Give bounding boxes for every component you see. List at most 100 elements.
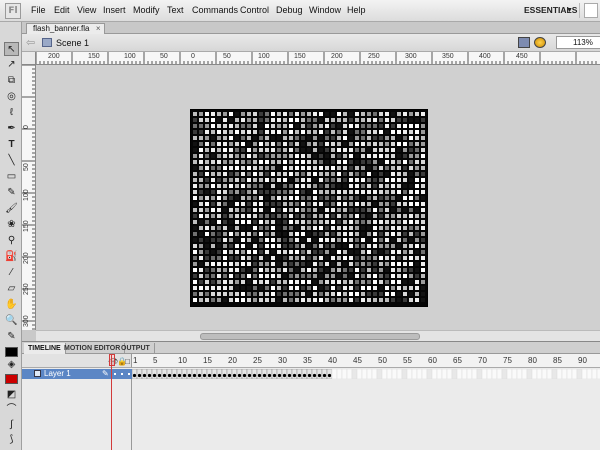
frame-cell[interactable] bbox=[466, 369, 473, 379]
frame-number[interactable]: 10 bbox=[178, 356, 187, 365]
menu-commands[interactable]: Commands bbox=[192, 5, 238, 15]
frame-cell[interactable] bbox=[441, 369, 448, 379]
frame-cell[interactable] bbox=[586, 369, 593, 379]
frame-number[interactable]: 25 bbox=[253, 356, 262, 365]
frame-row[interactable] bbox=[132, 369, 600, 379]
frame-cell[interactable] bbox=[376, 369, 383, 379]
frame-cell[interactable] bbox=[471, 369, 478, 379]
frame-number[interactable]: 50 bbox=[378, 356, 387, 365]
stroke-color-swatch[interactable] bbox=[5, 347, 18, 357]
frame-cell[interactable] bbox=[581, 369, 588, 379]
frame-cell[interactable] bbox=[536, 369, 543, 379]
line-tool-icon[interactable]: ╲ bbox=[4, 154, 19, 168]
frame-number[interactable]: 55 bbox=[403, 356, 412, 365]
frame-cell[interactable] bbox=[526, 369, 533, 379]
workspace-switcher[interactable]: ESSENTIALS ▼ bbox=[516, 3, 580, 18]
frame-cell[interactable] bbox=[561, 369, 568, 379]
smooth-icon[interactable]: ∫ bbox=[4, 418, 19, 432]
pencil-tool-icon[interactable]: ✎ bbox=[4, 186, 19, 200]
frame-cell[interactable] bbox=[556, 369, 563, 379]
frame-cell[interactable] bbox=[576, 369, 583, 379]
frame-cell[interactable] bbox=[566, 369, 573, 379]
help-search-input[interactable] bbox=[584, 3, 598, 18]
menu-help[interactable]: Help bbox=[347, 5, 366, 15]
black-white-icon[interactable]: ◩ bbox=[4, 388, 19, 402]
frame-number[interactable]: 45 bbox=[353, 356, 362, 365]
frame-cell[interactable] bbox=[401, 369, 408, 379]
outline-icon[interactable]: □ bbox=[125, 357, 130, 366]
lasso-tool-icon[interactable]: ℓ bbox=[4, 106, 19, 120]
selection-tool-icon[interactable]: ↖ bbox=[4, 42, 19, 56]
frame-cell[interactable] bbox=[436, 369, 443, 379]
horizontal-scrollbar[interactable] bbox=[36, 330, 600, 341]
frame-cell[interactable] bbox=[541, 369, 548, 379]
frame-cell[interactable] bbox=[571, 369, 578, 379]
frame-cell[interactable] bbox=[406, 369, 413, 379]
scrollbar-thumb[interactable] bbox=[200, 333, 420, 340]
text-tool-icon[interactable]: T bbox=[4, 138, 19, 152]
hand-tool-icon[interactable]: ✋ bbox=[4, 298, 19, 312]
frame-cell[interactable] bbox=[476, 369, 483, 379]
frame-number[interactable]: 35 bbox=[303, 356, 312, 365]
frame-cell[interactable] bbox=[431, 369, 438, 379]
frame-cell[interactable] bbox=[531, 369, 538, 379]
edit-scene-icon[interactable] bbox=[518, 37, 530, 48]
menu-file[interactable]: File bbox=[31, 5, 46, 15]
frame-cell[interactable] bbox=[366, 369, 373, 379]
frame-cell[interactable] bbox=[331, 369, 338, 379]
frame-number[interactable]: 40 bbox=[328, 356, 337, 365]
bone-tool-icon[interactable]: ⚲ bbox=[4, 234, 19, 248]
subselection-tool-icon[interactable]: ↗ bbox=[4, 58, 19, 72]
frame-cell[interactable] bbox=[486, 369, 493, 379]
playhead-handle[interactable] bbox=[109, 354, 115, 366]
pen-tool-icon[interactable]: ✒ bbox=[4, 122, 19, 136]
snap-to-objects-icon[interactable]: ⌒ bbox=[4, 403, 19, 417]
frame-cell[interactable] bbox=[416, 369, 423, 379]
menu-modify[interactable]: Modify bbox=[133, 5, 160, 15]
frame-number[interactable]: 80 bbox=[528, 356, 537, 365]
frame-number[interactable]: 20 bbox=[228, 356, 237, 365]
menu-text[interactable]: Text bbox=[167, 5, 184, 15]
eyedropper-tool-icon[interactable]: ⁄ bbox=[4, 266, 19, 280]
menu-window[interactable]: Window bbox=[309, 5, 341, 15]
frame-number[interactable]: 85 bbox=[553, 356, 562, 365]
frame-cell[interactable] bbox=[546, 369, 553, 379]
frame-cell[interactable] bbox=[501, 369, 508, 379]
frame-cell[interactable] bbox=[491, 369, 498, 379]
frame-number[interactable]: 60 bbox=[428, 356, 437, 365]
frame-cell[interactable] bbox=[361, 369, 368, 379]
paint-bucket-tool-icon[interactable]: ⛽ bbox=[4, 250, 19, 264]
tab-output[interactable]: OUTPUT bbox=[117, 343, 155, 354]
frame-cell[interactable] bbox=[371, 369, 378, 379]
vertical-ruler[interactable]: 0 50 100 150 200 250 300 bbox=[22, 65, 36, 330]
frame-cell[interactable] bbox=[391, 369, 398, 379]
frame-cell[interactable] bbox=[456, 369, 463, 379]
outline-dot[interactable] bbox=[128, 373, 130, 375]
rectangle-tool-icon[interactable]: ▭ bbox=[4, 170, 19, 184]
frame-number[interactable]: 30 bbox=[278, 356, 287, 365]
menu-control[interactable]: Control bbox=[240, 5, 269, 15]
zoom-dropdown[interactable]: 113% bbox=[556, 36, 600, 49]
tab-motion-editor[interactable]: MOTION EDITOR bbox=[60, 343, 126, 354]
close-icon[interactable]: × bbox=[96, 24, 101, 34]
straighten-icon[interactable]: ⟆ bbox=[4, 433, 19, 447]
horizontal-ruler[interactable]: 200 150 100 50 0 50 100 150 200 250 300 … bbox=[36, 52, 600, 65]
frame-cell[interactable] bbox=[386, 369, 393, 379]
pasteboard[interactable] bbox=[36, 65, 600, 330]
3d-rotation-tool-icon[interactable]: ◎ bbox=[4, 90, 19, 104]
frame-cell[interactable] bbox=[461, 369, 468, 379]
menu-insert[interactable]: Insert bbox=[103, 5, 126, 15]
frame-cell[interactable] bbox=[346, 369, 353, 379]
frame-cell[interactable] bbox=[356, 369, 363, 379]
edit-symbols-icon[interactable] bbox=[534, 37, 546, 48]
stage[interactable] bbox=[190, 109, 428, 307]
frame-number[interactable]: 65 bbox=[453, 356, 462, 365]
frame-cell[interactable] bbox=[421, 369, 428, 379]
menu-edit[interactable]: Edit bbox=[54, 5, 70, 15]
scene-label[interactable]: Scene 1 bbox=[56, 38, 89, 48]
frame-number[interactable]: 5 bbox=[153, 356, 157, 365]
frame-number[interactable]: 15 bbox=[203, 356, 212, 365]
frame-cell[interactable] bbox=[481, 369, 488, 379]
fill-color-swatch[interactable] bbox=[5, 374, 18, 384]
frame-cell[interactable] bbox=[336, 369, 343, 379]
